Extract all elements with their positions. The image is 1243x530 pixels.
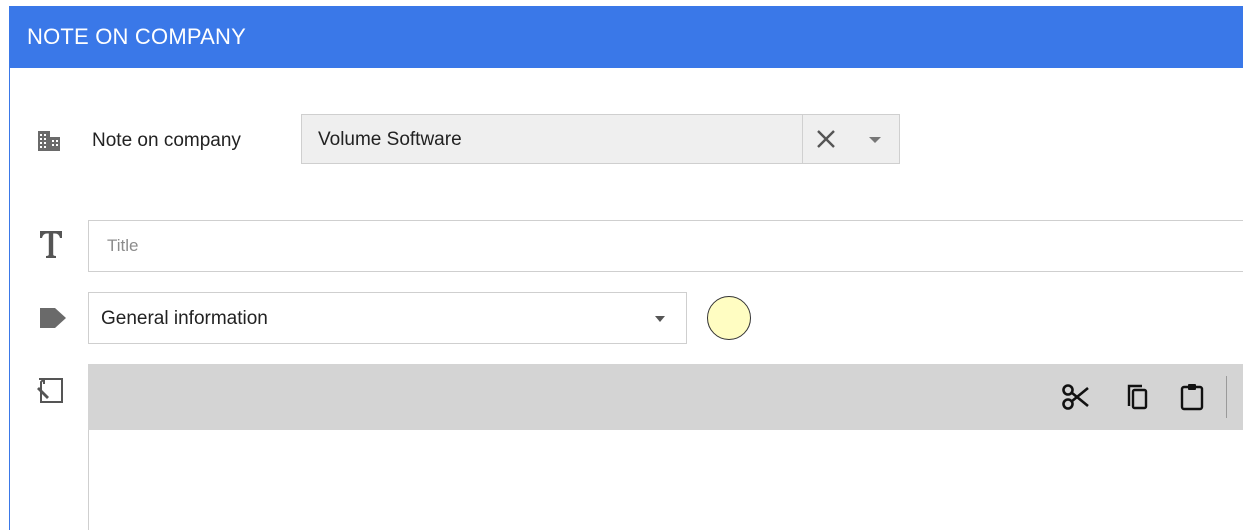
company-picker[interactable]: Volume Software bbox=[301, 114, 900, 164]
paste-icon bbox=[1180, 384, 1204, 411]
company-label: Note on company bbox=[92, 130, 241, 151]
close-icon bbox=[817, 130, 835, 148]
category-color-picker[interactable] bbox=[707, 296, 751, 340]
divider bbox=[802, 115, 803, 163]
copy-icon bbox=[1127, 384, 1148, 410]
paste-button[interactable] bbox=[1177, 381, 1207, 413]
toolbar-divider bbox=[1226, 376, 1227, 418]
title-input[interactable] bbox=[88, 220, 1243, 272]
copy-button[interactable] bbox=[1122, 381, 1152, 413]
page-title: NOTE ON COMPANY bbox=[9, 6, 1243, 68]
category-value: General information bbox=[101, 308, 268, 329]
company-value: Volume Software bbox=[318, 129, 462, 150]
editor-toolbar bbox=[88, 364, 1243, 430]
chevron-down-icon bbox=[869, 137, 881, 143]
text-t-icon bbox=[38, 228, 64, 265]
building-icon bbox=[37, 130, 61, 157]
tag-icon bbox=[38, 306, 68, 335]
clear-company-button[interactable] bbox=[804, 115, 850, 163]
note-edit-icon bbox=[36, 376, 66, 411]
category-select[interactable]: General information bbox=[88, 292, 687, 344]
chevron-down-icon bbox=[655, 316, 665, 322]
note-body-editor[interactable] bbox=[88, 430, 1243, 530]
scissors-icon bbox=[1062, 384, 1089, 410]
window-frame bbox=[9, 6, 10, 530]
cut-button[interactable] bbox=[1061, 381, 1091, 413]
company-dropdown-button[interactable] bbox=[852, 115, 898, 163]
